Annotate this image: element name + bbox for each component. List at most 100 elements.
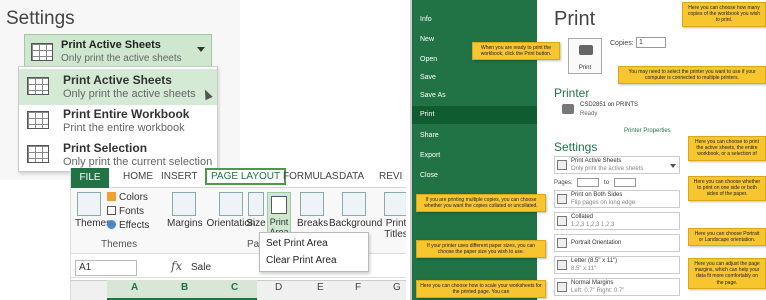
background-button[interactable]: Background (329, 192, 383, 229)
pages-to-input[interactable] (613, 178, 636, 187)
column-header-e[interactable]: E (317, 282, 324, 293)
option-label: Print Selection (63, 141, 148, 155)
tab-home[interactable]: HOME (123, 171, 153, 182)
row-label: Normal Margins (571, 280, 614, 286)
nav-save[interactable]: Save (420, 74, 436, 81)
printer-properties-link[interactable]: Printer Properties (624, 128, 671, 134)
colors-label: Colors (119, 192, 148, 203)
print-scope-dropdown[interactable]: Print Active Sheets Only print the activ… (24, 34, 212, 68)
print-button[interactable]: Print (568, 38, 602, 74)
print-titles-button[interactable]: Print Titles (383, 192, 406, 240)
nav-open[interactable]: Open (420, 56, 437, 63)
callout-margins: Here you can adjust the page margins, wh… (688, 258, 766, 289)
nav-print[interactable]: Print (412, 106, 537, 124)
print-titles-icon (384, 192, 406, 216)
workbook-icon (27, 111, 49, 129)
row-label: Letter (8.5" x 11") (571, 258, 618, 264)
breaks-button[interactable]: Breaks (297, 192, 328, 229)
nav-info[interactable]: Info (420, 16, 432, 23)
print-button-label: Print (578, 65, 592, 71)
background-icon (342, 192, 366, 216)
themes-label: Themes (75, 218, 112, 229)
tab-page-layout[interactable]: PAGE LAYOUT (205, 168, 287, 185)
tab-data[interactable]: DATA (339, 171, 364, 182)
ribbon: FILE HOME INSERT PAGE LAYOUT FORMULAS DA… (70, 168, 406, 300)
printer-icon (562, 104, 574, 114)
effects-icon (107, 220, 116, 229)
column-header-c[interactable]: C (231, 282, 238, 293)
print-title: Print (554, 8, 596, 30)
chevron-down-icon (197, 47, 205, 52)
callout-settings-scope: Here you can choose to print the active … (688, 136, 766, 161)
nav-close[interactable]: Close (420, 172, 438, 179)
nav-save-as[interactable]: Save As (420, 92, 446, 99)
callout-orientation: Here you can choose Portrait or Landscap… (688, 228, 766, 247)
background-label: Background (329, 218, 383, 229)
effects-label: Effects (119, 220, 150, 231)
themes-button[interactable]: Themes (75, 192, 111, 229)
size-label: Size (246, 218, 266, 229)
option-sub: Print the entire workbook (63, 122, 185, 134)
chevron-down-icon (670, 164, 676, 168)
printer-name: CSD2851 on PRINTS (580, 102, 639, 108)
settings-panel: Settings Print Active Sheets Only print … (0, 0, 240, 180)
size-button[interactable]: Size (245, 192, 267, 229)
column-header-a[interactable]: A (131, 282, 138, 293)
size-icon (248, 192, 264, 216)
tab-insert[interactable]: INSERT (161, 171, 198, 182)
margins-select[interactable]: Normal Margins Left: 0.7" Right: 0.7" (554, 278, 680, 296)
row-label: Portrait Orientation (571, 240, 622, 246)
copies-input[interactable]: 1 (636, 37, 666, 48)
collate-icon (557, 216, 567, 226)
tab-review[interactable]: REVI (379, 171, 402, 182)
duplex-icon (557, 194, 567, 204)
set-print-area-item[interactable]: Set Print Area (266, 238, 328, 249)
print-scope-options: Print Active Sheets Only print the activ… (18, 66, 218, 172)
orientation-select[interactable]: Portrait Orientation (554, 234, 680, 252)
print-scope-select[interactable]: Print Active Sheets Only print the activ… (554, 156, 680, 174)
printer-section-title: Printer (554, 86, 590, 100)
callout-printer: You may need to select the printer you w… (618, 66, 766, 85)
collation-select[interactable]: Collated 1,2,3 1,2,3 1,2,3 (554, 212, 680, 230)
nav-new[interactable]: New (420, 36, 434, 43)
row-label: Print Active Sheets (571, 158, 622, 164)
paper-icon (557, 260, 567, 270)
effects-button[interactable]: Effects (107, 220, 149, 231)
row-sub: 8.5" x 11" (571, 266, 597, 272)
margins-button[interactable]: Margins (167, 192, 203, 229)
colors-icon (107, 192, 116, 201)
ribbon-tabs: FILE HOME INSERT PAGE LAYOUT FORMULAS DA… (71, 168, 406, 188)
tab-formulas[interactable]: FORMULAS (283, 171, 339, 182)
sheet-icon (27, 77, 49, 95)
callout-copies: Here you can choose how many copies of t… (682, 2, 766, 27)
paper-size-select[interactable]: Letter (8.5" x 11") 8.5" x 11" (554, 256, 680, 274)
option-label: Print Active Sheets (63, 73, 172, 87)
tab-file[interactable]: FILE (71, 168, 109, 188)
row-label: Print on Both Sides (571, 192, 623, 198)
colors-button[interactable]: Colors (107, 192, 148, 203)
callout-collated: If you are printing multiple copies, you… (416, 194, 546, 213)
column-header-d[interactable]: D (275, 282, 282, 293)
clear-print-area-item[interactable]: Clear Print Area (266, 255, 337, 266)
margins-icon (557, 282, 567, 292)
column-header-f[interactable]: F (355, 282, 361, 293)
fonts-button[interactable]: Fonts (107, 206, 144, 217)
formula-input[interactable]: Sale (191, 262, 211, 273)
name-box[interactable]: A1 (75, 260, 137, 276)
column-header-b[interactable]: B (181, 282, 188, 293)
margins-icon (172, 192, 196, 216)
sheet-icon (557, 160, 567, 170)
option-print-entire-workbook[interactable]: Print Entire Workbook Print the entire w… (19, 103, 217, 139)
fx-icon[interactable]: fx (171, 259, 182, 273)
column-header-g[interactable]: G (393, 282, 401, 293)
sides-select[interactable]: Print on Both Sides Flip pages on long e… (554, 190, 680, 208)
option-print-active-sheets[interactable]: Print Active Sheets Only print the activ… (19, 69, 217, 105)
pages-from-input[interactable] (577, 178, 600, 187)
printer-select[interactable]: CSD2851 on PRINTS Ready (562, 102, 682, 124)
sheet-icon (31, 43, 53, 61)
settings-title: Settings (6, 8, 75, 29)
nav-share[interactable]: Share (420, 132, 439, 139)
nav-export[interactable]: Export (420, 152, 440, 159)
selection-icon (27, 145, 49, 163)
callout-print-button: When you are ready to print the workbook… (472, 42, 560, 61)
